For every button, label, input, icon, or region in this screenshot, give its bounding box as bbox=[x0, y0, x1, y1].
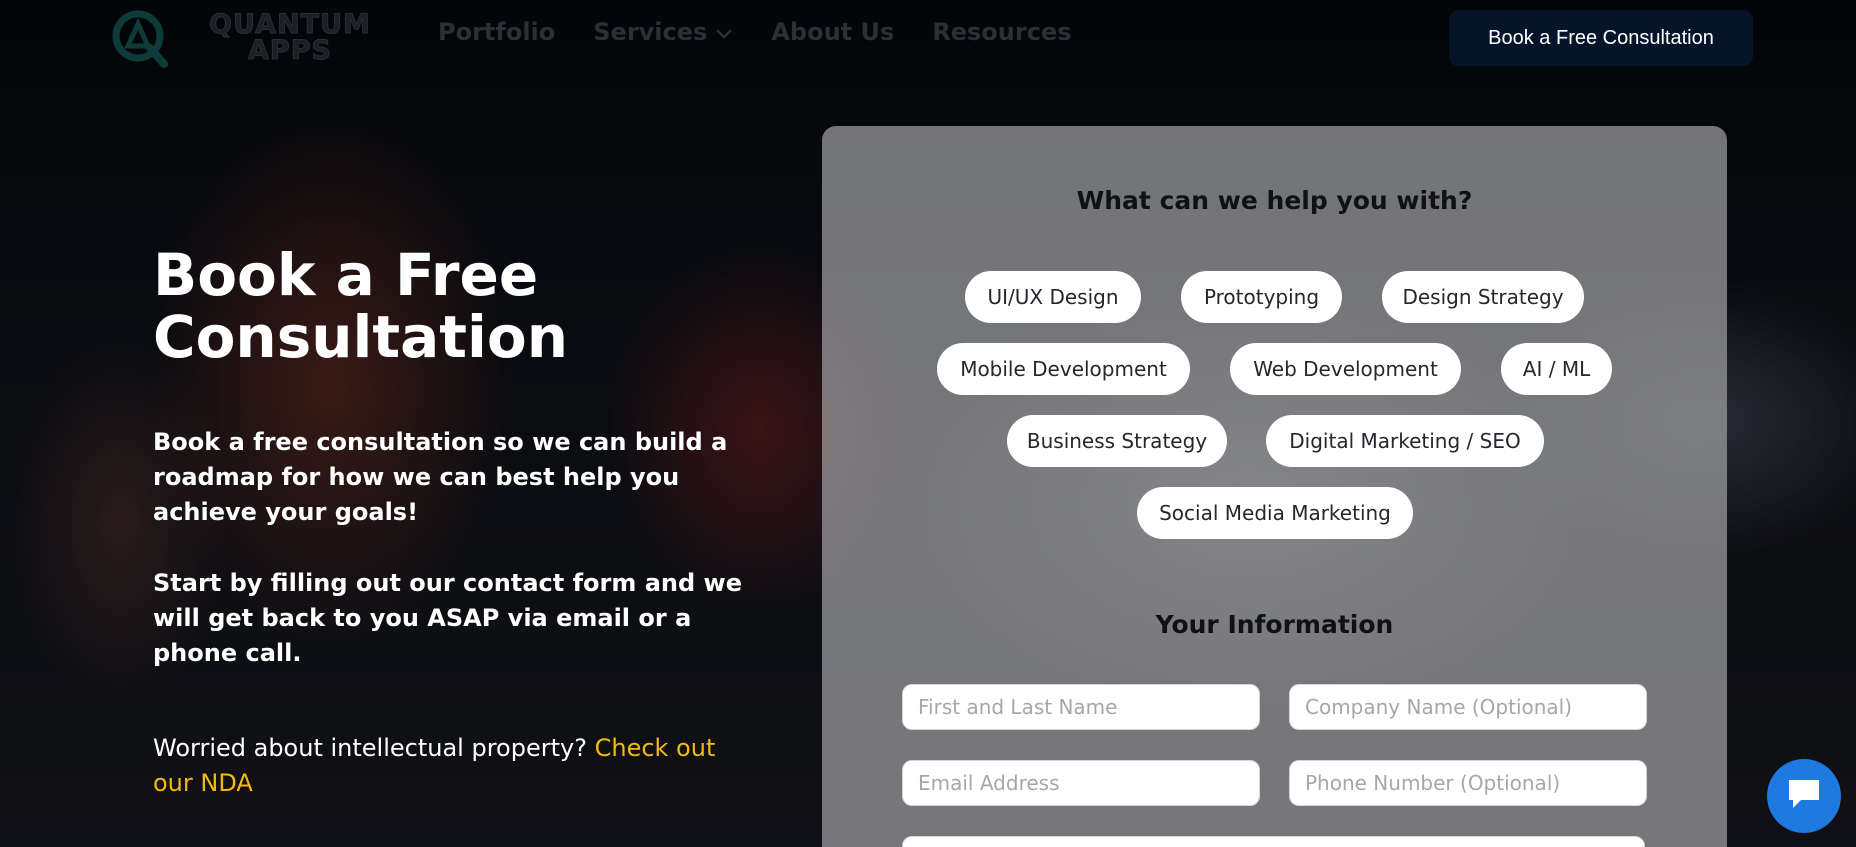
nav-services[interactable]: Services bbox=[593, 18, 733, 46]
chevron-down-icon bbox=[715, 18, 733, 46]
service-chip-business-strategy[interactable]: Business Strategy bbox=[1007, 415, 1227, 467]
nav-services-label: Services bbox=[593, 18, 708, 46]
page-title: Book a Free Consultation bbox=[153, 244, 713, 368]
book-consultation-button[interactable]: Book a Free Consultation bbox=[1449, 10, 1753, 66]
company-field[interactable] bbox=[1289, 684, 1647, 730]
additional-field[interactable] bbox=[902, 836, 1645, 847]
chat-button[interactable] bbox=[1767, 759, 1841, 833]
service-chip-ui-ux-design[interactable]: UI/UX Design bbox=[965, 271, 1141, 323]
email-field[interactable] bbox=[902, 760, 1260, 806]
quantum-logo-icon bbox=[110, 8, 170, 68]
consultation-form-panel: What can we help you with? UI/UX Design … bbox=[822, 126, 1727, 847]
nav-resources-label: Resources bbox=[932, 18, 1072, 46]
page-title-line1: Book a Free bbox=[153, 241, 539, 309]
service-chip-ai-ml[interactable]: AI / ML bbox=[1501, 343, 1612, 395]
name-field[interactable] bbox=[902, 684, 1260, 730]
nav-about-us-label: About Us bbox=[771, 18, 895, 46]
logo-text: QUANTUM APPS bbox=[209, 9, 371, 66]
main-nav: Portfolio Services About Us Resources bbox=[438, 18, 1072, 46]
page: QUANTUM APPS Portfolio Services About Us… bbox=[0, 0, 1856, 847]
service-chip-web-development[interactable]: Web Development bbox=[1230, 343, 1461, 395]
logo[interactable]: QUANTUM APPS bbox=[110, 8, 380, 68]
service-chip-mobile-development[interactable]: Mobile Development bbox=[937, 343, 1190, 395]
service-chip-digital-marketing-seo[interactable]: Digital Marketing / SEO bbox=[1266, 415, 1544, 467]
hero-paragraph-1: Book a free consultation so we can build… bbox=[153, 428, 728, 526]
chat-bubble-icon bbox=[1785, 776, 1823, 816]
service-chip-prototyping[interactable]: Prototyping bbox=[1181, 271, 1342, 323]
nav-portfolio-label: Portfolio bbox=[438, 18, 556, 46]
services-heading: What can we help you with? bbox=[1076, 186, 1473, 215]
page-title-line2: Consultation bbox=[153, 303, 569, 371]
nav-about-us[interactable]: About Us bbox=[771, 18, 894, 46]
nav-resources[interactable]: Resources bbox=[932, 18, 1071, 46]
ip-note: Worried about intellectual property? Che… bbox=[153, 731, 743, 801]
service-chip-design-strategy[interactable]: Design Strategy bbox=[1382, 271, 1584, 323]
your-information-heading: Your Information bbox=[1155, 610, 1394, 639]
ip-note-text: Worried about intellectual property? bbox=[153, 734, 587, 762]
hero-paragraph-2: Start by filling out our contact form an… bbox=[153, 569, 742, 667]
site-header: QUANTUM APPS Portfolio Services About Us… bbox=[0, 0, 1856, 72]
phone-field[interactable] bbox=[1289, 760, 1647, 806]
service-chip-social-media-marketing[interactable]: Social Media Marketing bbox=[1137, 487, 1413, 539]
nav-portfolio[interactable]: Portfolio bbox=[438, 18, 555, 46]
